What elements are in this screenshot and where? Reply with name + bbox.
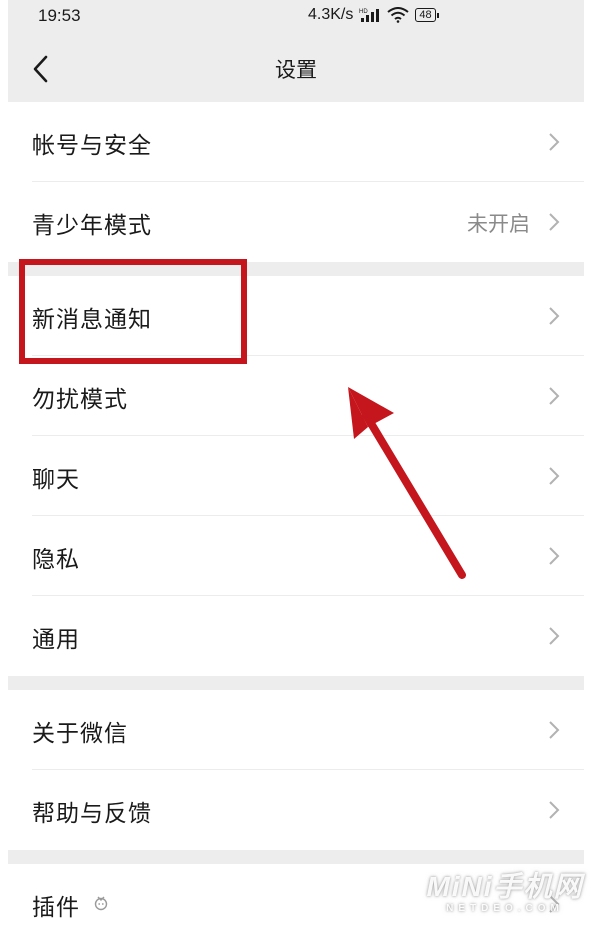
settings-item-label: 青少年模式 (32, 213, 152, 239)
settings-item-label: 关于微信 (32, 721, 128, 747)
settings-item-label: 帮助与反馈 (32, 801, 152, 827)
section-gap (8, 850, 584, 864)
nav-bar: 设置 (8, 36, 584, 102)
settings-item-account-security[interactable]: 帐号与安全 (8, 102, 584, 182)
svg-text:HD: HD (359, 9, 368, 15)
settings-item-label: 帐号与安全 (32, 133, 152, 159)
watermark-brand: MiNi手机网 (426, 871, 584, 902)
chevron-right-icon (549, 721, 560, 739)
highlight-box (19, 259, 247, 364)
watermark-domain: NETDEO.COM (446, 903, 564, 914)
chevron-right-icon (549, 547, 560, 565)
chevron-right-icon (549, 213, 560, 231)
network-speed: 4.3K/s (308, 6, 354, 23)
chevron-right-icon (549, 627, 560, 645)
teen-mode-status: 未开启 (467, 212, 530, 236)
settings-item-label: 隐私 (32, 547, 80, 573)
settings-item-label: 插件 (32, 895, 80, 921)
settings-item-chat[interactable]: 聊天 (8, 436, 584, 516)
settings-item-label: 勿扰模式 (32, 387, 128, 413)
wechat-settings-screen: 19:53 4.3K/s HD 48 设置 帐号与安全 青少年模式 未开启 新消… (0, 0, 600, 940)
annotation-arrow-icon (348, 387, 466, 579)
settings-item-teen-mode[interactable]: 青少年模式 未开启 (8, 182, 584, 262)
section-gap (8, 676, 584, 690)
settings-item-general[interactable]: 通用 (8, 596, 584, 676)
battery-level: 48 (419, 9, 432, 21)
settings-item-label: 聊天 (32, 467, 80, 493)
settings-item-about-wechat[interactable]: 关于微信 (8, 690, 584, 770)
settings-item-do-not-disturb[interactable]: 勿扰模式 (8, 356, 584, 436)
settings-list: 帐号与安全 青少年模式 未开启 新消息通知 勿扰模式 聊天 隐私 通用 关于微信… (8, 102, 584, 940)
signal-icon: HD (359, 9, 380, 22)
settings-item-privacy[interactable]: 隐私 (8, 516, 584, 596)
status-indicators: 4.3K/s HD 48 (308, 6, 439, 24)
settings-item-label: 通用 (32, 627, 80, 653)
chevron-right-icon (549, 307, 560, 325)
status-time: 19:53 (38, 6, 81, 25)
wifi-icon (387, 7, 409, 23)
page-title: 设置 (275, 58, 317, 82)
battery-icon: 48 (415, 8, 439, 22)
chevron-right-icon (549, 133, 560, 151)
watermark-logo: MiNi手机网 NETDEO.COM (420, 872, 590, 924)
status-bar: 19:53 4.3K/s HD 48 (8, 0, 584, 36)
settings-item-help-feedback[interactable]: 帮助与反馈 (8, 770, 584, 850)
chevron-right-icon (549, 387, 560, 405)
chevron-right-icon (549, 801, 560, 819)
chevron-right-icon (549, 467, 560, 485)
plugin-badge-icon (94, 896, 108, 911)
